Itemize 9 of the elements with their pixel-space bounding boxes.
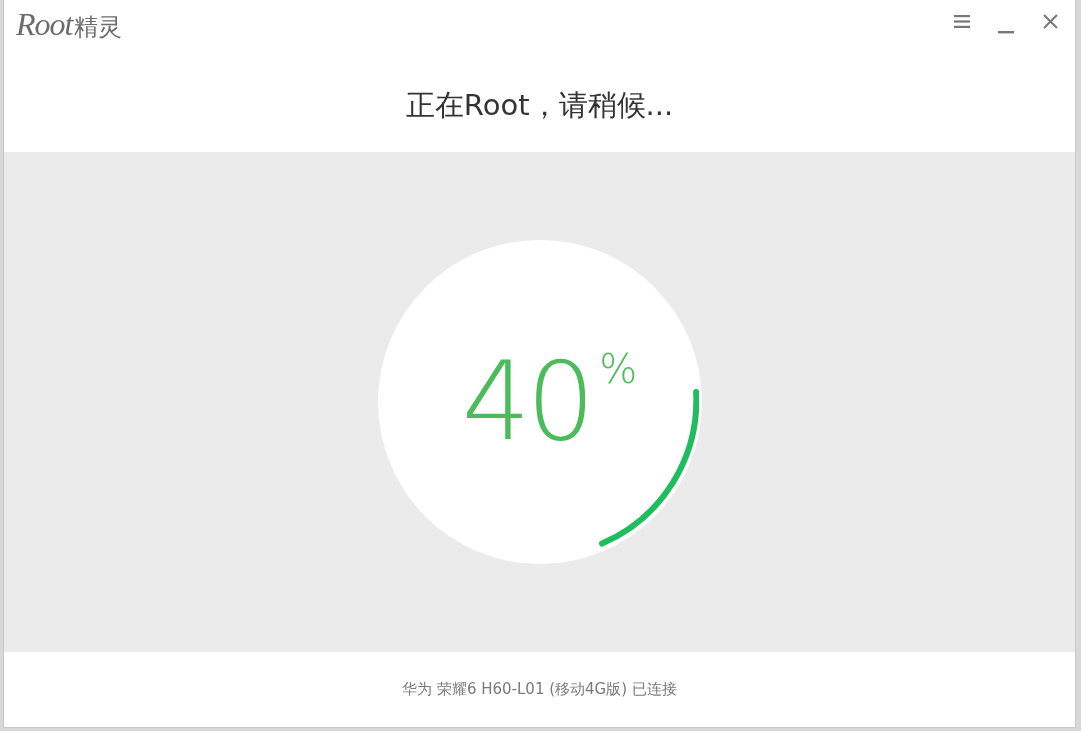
percent-sign: % bbox=[599, 346, 638, 392]
progress-value: 40 bbox=[461, 348, 592, 456]
app-name: 精灵 bbox=[74, 12, 123, 43]
status-heading: 正在Root，请稍候... bbox=[404, 87, 675, 124]
device-status: 华为 荣耀6 H60-L01 (移动4G版) 已连接 bbox=[402, 680, 677, 699]
close-icon bbox=[1042, 13, 1058, 29]
minimize-icon bbox=[998, 31, 1014, 34]
app-logo-text: Root bbox=[16, 6, 73, 43]
menu-icon bbox=[954, 14, 970, 28]
